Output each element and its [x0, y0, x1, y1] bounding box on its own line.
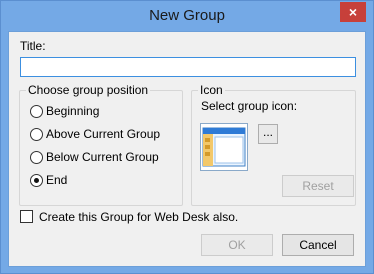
- reset-button[interactable]: Reset: [282, 175, 354, 197]
- icon-groupbox: Icon Select group icon: ... Reset: [191, 83, 356, 206]
- radio-below-current-group[interactable]: Below Current Group: [30, 149, 159, 165]
- radio-indicator: [30, 150, 43, 164]
- radio-label: End: [46, 173, 68, 187]
- group-icon-preview: [200, 123, 248, 171]
- radio-indicator: [30, 127, 43, 141]
- radio-indicator: [30, 104, 43, 118]
- web-desk-label: Create this Group for Web Desk also.: [39, 210, 239, 224]
- web-desk-checkbox[interactable]: [20, 210, 33, 223]
- new-group-dialog: New Group × Title: Choose group position…: [0, 0, 374, 274]
- radio-label: Above Current Group: [46, 127, 161, 141]
- position-group-caption: Choose group position: [26, 83, 151, 97]
- icon-group-caption: Icon: [198, 83, 225, 97]
- dialog-body: Title: Choose group position Beginning A…: [8, 31, 366, 267]
- dialog-title: New Group: [149, 7, 225, 24]
- title-label: Title:: [20, 39, 46, 53]
- position-groupbox: Choose group position Beginning Above Cu…: [19, 83, 183, 206]
- window-icon: [202, 127, 246, 167]
- close-button[interactable]: ×: [340, 2, 366, 22]
- ok-button[interactable]: OK: [201, 234, 273, 256]
- radio-label: Beginning: [46, 104, 100, 118]
- radio-label: Below Current Group: [46, 150, 159, 164]
- radio-end[interactable]: End: [30, 172, 67, 188]
- browse-icon-button[interactable]: ...: [258, 124, 278, 144]
- radio-above-current-group[interactable]: Above Current Group: [30, 126, 160, 142]
- title-bar[interactable]: New Group ×: [1, 1, 373, 31]
- select-icon-label: Select group icon:: [201, 99, 298, 113]
- title-input[interactable]: [20, 57, 356, 77]
- radio-beginning[interactable]: Beginning: [30, 103, 99, 119]
- radio-indicator-checked: [30, 173, 43, 187]
- cancel-button[interactable]: Cancel: [282, 234, 354, 256]
